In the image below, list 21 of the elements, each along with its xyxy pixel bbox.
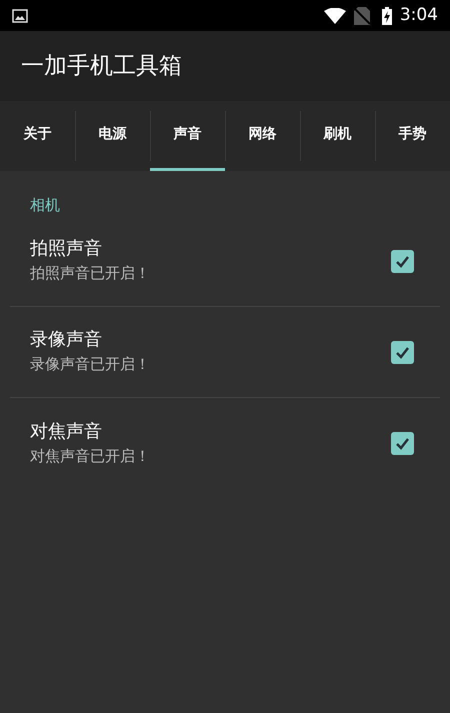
image-icon xyxy=(12,8,28,22)
section-header: 相机 xyxy=(30,196,60,214)
tab[interactable]: 网络 xyxy=(225,101,300,171)
setting-title: 录像声音 xyxy=(30,328,103,352)
battery-charging-icon xyxy=(382,6,392,24)
tab[interactable]: 手势 xyxy=(375,101,450,171)
tab[interactable]: 电源 xyxy=(75,101,150,171)
tab[interactable]: 关于 xyxy=(0,101,75,171)
no-sim-icon xyxy=(354,6,370,24)
setting-title: 对焦声音 xyxy=(30,420,103,444)
tab[interactable]: 刷机 xyxy=(300,101,375,171)
setting-summary: 对焦声音已开启！ xyxy=(30,446,151,466)
wifi-icon xyxy=(324,8,346,24)
app-title: 一加手机工具箱 xyxy=(21,52,182,81)
checkbox[interactable] xyxy=(391,250,414,272)
checkbox[interactable] xyxy=(391,432,414,455)
setting-summary: 拍照声音已开启！ xyxy=(30,263,151,284)
setting-title: 拍照声音 xyxy=(30,237,103,261)
checkbox[interactable] xyxy=(391,340,414,364)
setting-summary: 录像声音已开启！ xyxy=(30,354,151,375)
clock-time: 3:04 xyxy=(400,4,438,27)
